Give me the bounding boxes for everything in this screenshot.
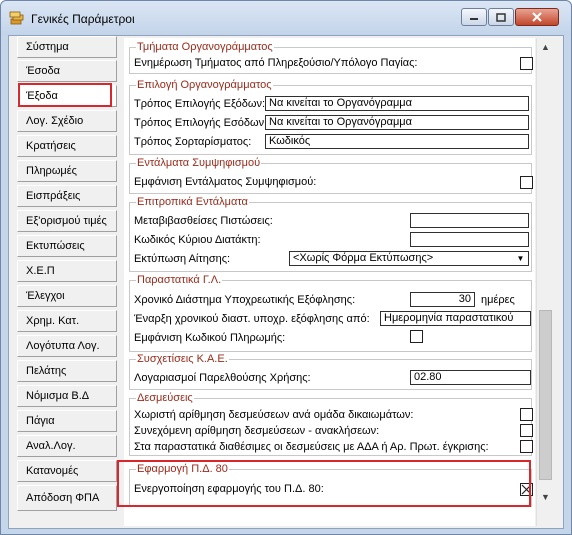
group-title: Συσχετίσεις Κ.Α.Ε. <box>136 353 229 366</box>
nav-item-katanomes[interactable]: Κατανομές <box>17 460 117 482</box>
row-label: Εκτύπωση Αίτησης: <box>134 253 231 265</box>
checkbox-payment-code[interactable] <box>410 330 423 343</box>
nav-item-systima[interactable]: Σύστημα <box>17 36 117 58</box>
group-title: Εντάλματα Συμψηφισμού <box>136 157 262 170</box>
nav-item-nomisma[interactable]: Νόμισμα Β.Δ <box>17 385 117 407</box>
scroll-thumb[interactable] <box>539 310 552 480</box>
nav-item-xrim-kat[interactable]: Χρημ. Κατ. <box>17 310 117 332</box>
transferred-credits-field[interactable] <box>410 213 529 228</box>
payment-start-field[interactable]: Ημερομηνία παραστατικού <box>380 311 531 326</box>
nav-item-xep[interactable]: Χ.Ε.Π <box>17 260 117 282</box>
nav-item-anal-log[interactable]: Αναλ.Λογ. <box>17 435 117 457</box>
scroll-up-icon[interactable]: ▲ <box>537 38 554 55</box>
maximize-icon <box>496 12 506 22</box>
row-label: Εμφάνιση Κωδικού Πληρωμής: <box>134 332 286 344</box>
nav-item-pagia[interactable]: Πάγια <box>17 410 117 432</box>
group-title: Δεσμεύσεις <box>136 392 194 405</box>
nav-item-log-sxedio[interactable]: Λογ. Σχέδιο <box>17 110 117 132</box>
nav-item-pelatis[interactable]: Πελάτης <box>17 360 117 382</box>
checkbox-continuous-numbering[interactable] <box>520 424 533 437</box>
row-label: Χρονικό Διάστημα Υποχρεωτικής Εξόφλησης: <box>134 294 356 306</box>
chevron-down-icon[interactable]: ▼ <box>514 253 527 264</box>
expense-selection-field[interactable]: Να κινείται το Οργανόγραμμα <box>265 96 529 111</box>
row-label: Συνεχόμενη αρίθμηση δεσμεύσεων - ανακλήσ… <box>134 425 380 437</box>
nav-item-apodosi-fpa[interactable]: Απόδοση ΦΠΑ <box>17 485 117 511</box>
scroll-down-icon[interactable]: ▼ <box>537 488 554 505</box>
title-bar[interactable]: Γενικές Παράμετροι <box>1 1 571 35</box>
app-icon <box>9 11 24 25</box>
payment-days-field[interactable]: 30 <box>410 292 475 307</box>
checkbox-tmimata-update[interactable] <box>520 57 533 70</box>
row-label: Τρόπος Επιλογής Εξόδων: <box>134 98 265 110</box>
row-label: Χωριστή αρίθμηση δεσμεύσεων ανά ομάδα δι… <box>134 409 414 421</box>
group-epilogi: Επιλογή Οργανογράμματος Τρόπος Επιλογής … <box>129 79 532 155</box>
row-label: Μεταβιβασθείσες Πιστώσεις: <box>134 215 273 227</box>
group-title: Επιλογή Οργανογράμματος <box>136 79 273 92</box>
group-desmeuseis: Δεσμεύσεις Χωριστή αρίθμηση δεσμεύσεων α… <box>129 392 533 456</box>
previous-year-accounts-field[interactable]: 02.80 <box>410 370 531 385</box>
print-form-value: <Χωρίς Φόρμα Εκτύπωσης> <box>293 252 434 264</box>
group-tmimata: Τμήματα Οργανογράμματος Ενημέρωση Τμήματ… <box>129 41 533 74</box>
group-title: Επιτροπικά Εντάλματα <box>136 196 249 209</box>
nav-item-eispraxeis[interactable]: Εισπράξεις <box>17 185 117 207</box>
minimize-button[interactable] <box>461 8 487 26</box>
group-entalmata: Εντάλματα Συμψηφισμού Εμφάνιση Εντάλματο… <box>129 157 533 194</box>
checkbox-ada-commitments[interactable] <box>520 440 533 453</box>
row-label: Ενημέρωση Τμήματος από Πληρεξούσιο/Υπόλο… <box>134 57 418 69</box>
settings-panel: Τμήματα Οργανογράμματος Ενημέρωση Τμήματ… <box>124 38 535 526</box>
vertical-scrollbar[interactable]: ▲ ▼ <box>536 38 553 526</box>
row-label: Έναρξη χρονικού διαστ. υποχρ. εξόφλησης … <box>134 313 370 325</box>
group-title: Παραστατικά Γ.Λ. <box>136 274 223 287</box>
nav-item-elegxoi[interactable]: Έλεγχοι <box>17 285 117 307</box>
nav-item-ektyposeis[interactable]: Εκτυπώσεις <box>17 235 117 257</box>
client-area: Σύστημα Έσοδα Έξοδα Λογ. Σχέδιο Κρατήσει… <box>8 35 564 529</box>
nav-item-kratiseis[interactable]: Κρατήσεις <box>17 135 117 157</box>
sorting-field[interactable]: Κωδικός <box>265 134 529 149</box>
row-label: Εμφάνιση Εντάλματος Συμψηφισμού: <box>134 176 317 188</box>
nav-item-logotypa[interactable]: Λογότυπα Λογ. <box>17 335 117 357</box>
row-label: Κωδικός Κύριου Διατάκτη: <box>134 234 261 246</box>
maximize-button[interactable] <box>488 8 514 26</box>
days-unit-label: ημέρες <box>481 294 515 306</box>
row-label: Τρόπος Σορταρίσματος: <box>134 136 252 148</box>
nav-item-default-values[interactable]: Εξ'ορισμού τιμές <box>17 210 117 232</box>
window-title: Γενικές Παράμετροι <box>31 12 135 26</box>
highlight-nav-exoda <box>18 83 112 107</box>
row-label: Τρόπος Επιλογής Εσόδων: <box>134 117 268 129</box>
print-form-select[interactable]: <Χωρίς Φόρμα Εκτύπωσης> ▼ <box>289 251 529 266</box>
group-sysxetiseis: Συσχετίσεις Κ.Α.Ε. Λογαριασμοί Παρελθούσ… <box>129 353 532 390</box>
group-parastatika: Παραστατικά Γ.Λ. Χρονικό Διάστημα Υποχρε… <box>129 274 532 352</box>
row-label: Στα παραστατικά διαθέσιμες οι δεσμεύσεις… <box>134 441 489 453</box>
highlight-pd80-group <box>117 460 531 507</box>
checkbox-show-entalma[interactable] <box>520 176 533 189</box>
nav-item-pliromes[interactable]: Πληρωμές <box>17 160 117 182</box>
minimize-icon <box>470 18 478 20</box>
income-selection-field[interactable]: Να κινείται το Οργανόγραμμα <box>265 115 529 130</box>
close-icon <box>532 12 542 22</box>
checkbox-separate-numbering[interactable] <box>520 408 533 421</box>
row-label: Λογαριασμοί Παρελθούσης Χρήσης: <box>134 372 311 384</box>
main-window: Γενικές Παράμετροι Σύστημα Έσοδα Έξοδα Λ… <box>0 0 572 535</box>
main-dispatcher-code-field[interactable] <box>410 232 529 247</box>
group-title: Τμήματα Οργανογράμματος <box>136 41 274 54</box>
group-epitropika: Επιτροπικά Εντάλματα Μεταβιβασθείσες Πισ… <box>129 196 532 272</box>
nav-item-esoda[interactable]: Έσοδα <box>17 60 117 82</box>
close-button[interactable] <box>515 8 559 26</box>
